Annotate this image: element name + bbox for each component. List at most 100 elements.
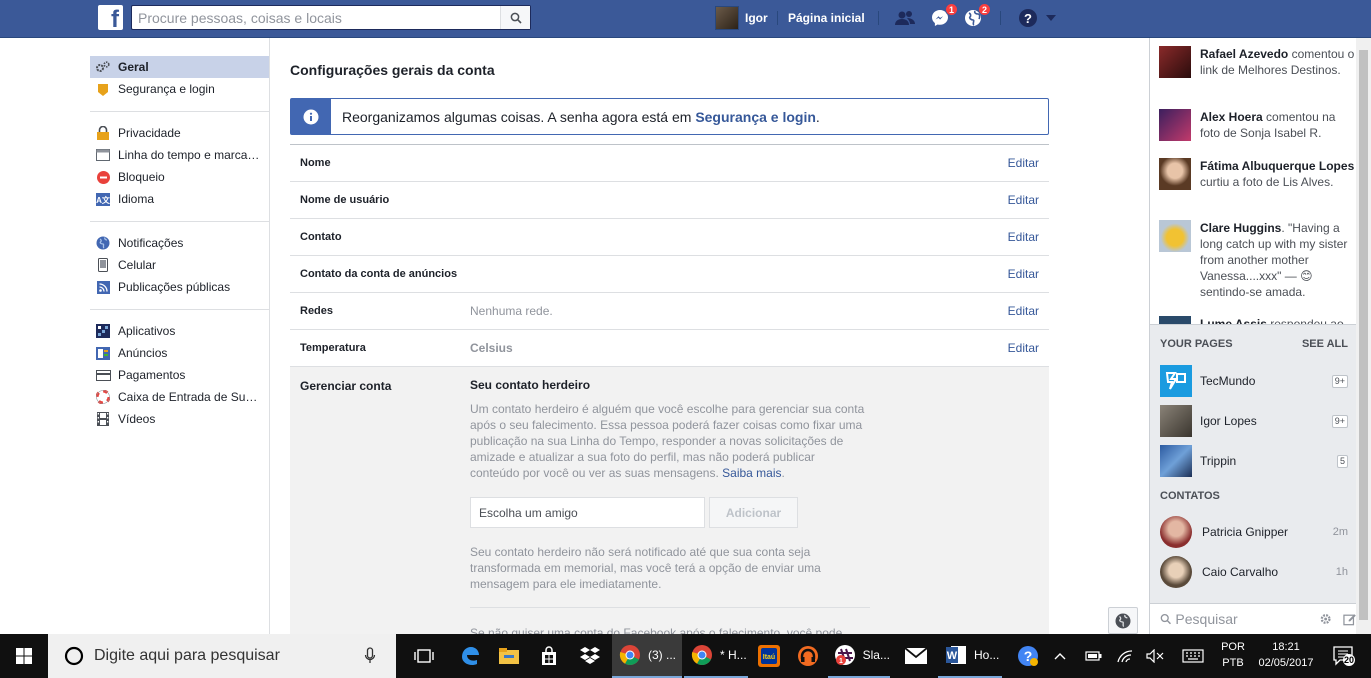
ticker-text: Fátima Albuquerque Lopes curtiu a foto d… [1200, 158, 1356, 190]
nav-item-general[interactable]: Geral [90, 56, 269, 78]
itau-button[interactable]: Itaú [754, 641, 784, 671]
choose-friend-input[interactable] [470, 497, 705, 528]
ads-icon [95, 346, 111, 360]
friend-requests-button[interactable] [893, 7, 917, 29]
start-button[interactable] [0, 634, 48, 678]
help-button[interactable]: ? [1016, 7, 1040, 29]
page-item-trippin[interactable]: Trippin 5 [1160, 445, 1348, 477]
nav-item-videos[interactable]: Vídeos [90, 408, 269, 430]
volume-button[interactable] [1143, 641, 1167, 671]
keyboard-icon [1182, 649, 1204, 663]
account-menu-button[interactable] [1042, 7, 1060, 29]
nav-item-payments[interactable]: Pagamentos [90, 364, 269, 386]
taskbar-search[interactable] [48, 634, 396, 678]
taskbar-app-chrome-2[interactable]: * H... [684, 634, 748, 678]
file-explorer-button[interactable] [494, 641, 524, 671]
edge-button[interactable] [455, 641, 485, 671]
nav-item-label: Notificações [118, 236, 184, 250]
divider [90, 111, 269, 112]
chat-search-bar [1150, 603, 1356, 634]
dropbox-button[interactable] [575, 641, 605, 671]
chat-search-input[interactable] [1175, 611, 1306, 627]
nav-item-timeline[interactable]: Linha do tempo e marca… [90, 144, 269, 166]
wifi-button[interactable] [1113, 641, 1137, 671]
nav-item-privacy[interactable]: Privacidade [90, 122, 269, 144]
setting-row-username[interactable]: Nome de usuário Editar [290, 181, 1049, 218]
action-center-button[interactable]: 20 [1330, 641, 1358, 671]
battery-icon [1085, 651, 1102, 661]
show-hidden-icons-button[interactable] [1050, 641, 1070, 671]
page-item-tecmundo[interactable]: TecMundo 9+ [1160, 365, 1348, 397]
nav-item-notifications[interactable]: Notificações [90, 232, 269, 254]
setting-value: Nenhuma rede. [470, 304, 553, 318]
contact-item[interactable]: Patricia Gnipper 2m [1160, 514, 1348, 550]
folder-icon [499, 648, 519, 664]
edit-link[interactable]: Editar [1008, 341, 1039, 355]
keyboard-button[interactable] [1179, 641, 1207, 671]
profile-link[interactable]: Igor [715, 5, 768, 31]
add-button[interactable]: Adicionar [709, 497, 798, 528]
input-language[interactable]: POR PTB [1218, 639, 1248, 671]
messages-button[interactable]: 1 [928, 3, 958, 29]
contact-item[interactable]: Caio Carvalho 1h [1160, 554, 1348, 590]
nav-item-language[interactable]: A文 Idioma [90, 188, 269, 210]
setting-row-contact[interactable]: Contato Editar [290, 218, 1049, 255]
setting-row-ad-account-contact[interactable]: Contato da conta de anúncios Editar [290, 255, 1049, 292]
nav-item-security[interactable]: Segurança e login [90, 78, 269, 100]
gear-icon[interactable] [1319, 612, 1332, 626]
search-input[interactable] [132, 6, 502, 29]
page-scrollbar[interactable] [1356, 38, 1371, 634]
dropbox-icon [580, 647, 600, 664]
edit-link[interactable]: Editar [1008, 156, 1039, 170]
taskbar-app-word[interactable]: W Ho... [938, 634, 1002, 678]
notifications-button[interactable]: 2 [961, 3, 991, 29]
nav-item-support-inbox[interactable]: Caixa de Entrada de Su… [90, 386, 269, 408]
headphones-app-button[interactable] [793, 641, 823, 671]
edit-link[interactable]: Editar [1008, 304, 1039, 318]
nav-item-ads[interactable]: Anúncios [90, 342, 269, 364]
nav-item-mobile[interactable]: Celular [90, 254, 269, 276]
mail-button[interactable] [901, 641, 931, 671]
setting-row-name[interactable]: Nome Editar [290, 144, 1049, 181]
battery-button[interactable] [1082, 641, 1106, 671]
taskbar-search-input[interactable] [94, 647, 364, 665]
nav-item-public-posts[interactable]: Publicações públicas [90, 276, 269, 298]
help-app-button[interactable]: ? [1013, 641, 1043, 671]
divider [878, 11, 879, 25]
nav-item-blocking[interactable]: Bloqueio [90, 166, 269, 188]
setting-row-networks[interactable]: Redes Nenhuma rede. Editar [290, 292, 1049, 329]
setting-row-temperature[interactable]: Temperatura Celsius Editar [290, 329, 1049, 366]
microphone-icon[interactable] [364, 647, 376, 665]
task-view-button[interactable] [409, 641, 439, 671]
home-link[interactable]: Página inicial [788, 11, 865, 25]
search-box[interactable] [131, 5, 531, 30]
compose-icon[interactable] [1343, 612, 1356, 626]
cortana-icon [64, 646, 84, 666]
avatar [1159, 220, 1191, 252]
search-button[interactable] [500, 6, 530, 29]
edit-link[interactable]: Editar [1008, 267, 1039, 281]
see-all-link[interactable]: SEE ALL [1302, 338, 1348, 350]
clock-date: 02/05/2017 [1258, 657, 1314, 669]
legacy-contact-description: Um contato herdeiro é alguém que você es… [470, 401, 865, 481]
store-button[interactable] [534, 641, 564, 671]
edit-link[interactable]: Editar [1008, 193, 1039, 207]
security-login-link[interactable]: Segurança e login [695, 109, 816, 125]
legacy-contact-heading: Seu contato herdeiro [470, 378, 591, 392]
setting-label: Contato da conta de anúncios [300, 268, 458, 280]
page-item-igor-lopes[interactable]: Igor Lopes 9+ [1160, 405, 1348, 437]
edit-link[interactable]: Editar [1008, 230, 1039, 244]
info-icon [291, 99, 331, 134]
your-pages-title: YOUR PAGES [1160, 338, 1233, 350]
taskbar-app-slack[interactable]: 1 Sla... [828, 634, 890, 678]
language-globe-button[interactable] [1108, 607, 1138, 634]
facebook-logo[interactable]: f [98, 5, 123, 30]
learn-more-link[interactable]: Saiba mais [722, 466, 781, 480]
nav-item-label: Anúncios [118, 346, 168, 360]
taskbar-app-chrome-facebook[interactable]: (3) ... [612, 634, 682, 678]
nav-item-apps[interactable]: Aplicativos [90, 320, 269, 342]
scrollbar-thumb[interactable] [1359, 50, 1368, 620]
contacts-title: CONTATOS [1160, 490, 1220, 502]
settings-list: Nome Editar Nome de usuário Editar Conta… [290, 144, 1049, 634]
clock[interactable]: 18:21 02/05/2017 [1255, 639, 1317, 671]
